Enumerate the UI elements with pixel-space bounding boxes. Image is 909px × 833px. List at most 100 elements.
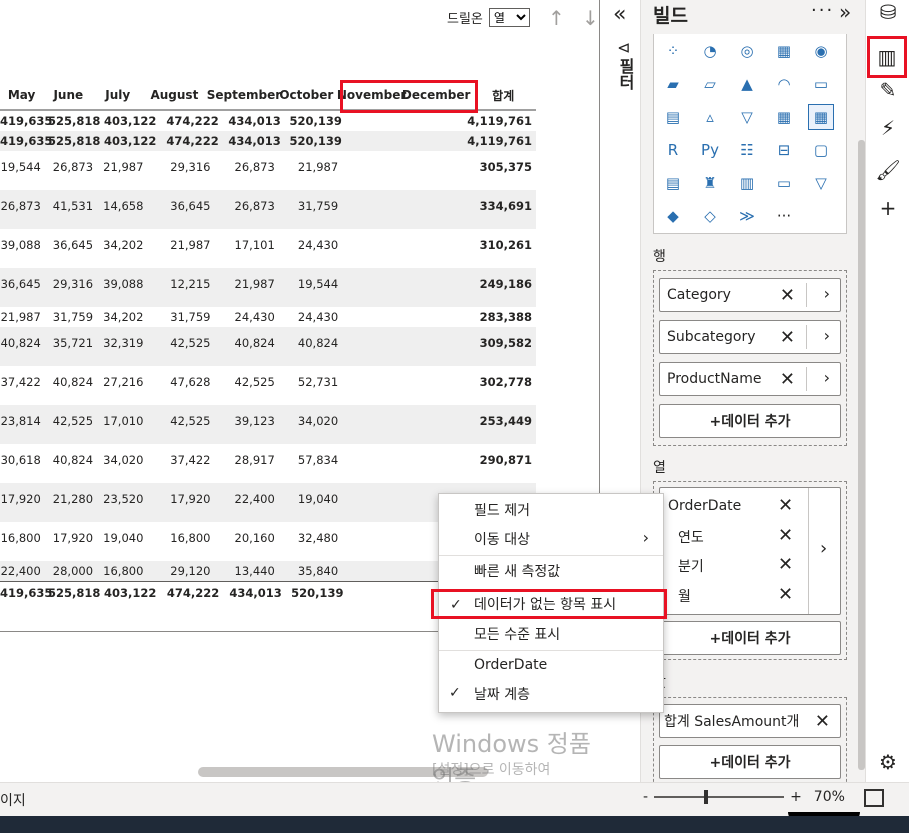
python-visual-icon[interactable]: Py bbox=[697, 137, 723, 163]
table-icon[interactable]: ▦ bbox=[771, 104, 797, 130]
build-pane-scrollbar[interactable] bbox=[858, 140, 865, 770]
drill-on-label: 드릴온 bbox=[447, 12, 483, 27]
rows-field-subcategory[interactable]: Subcategory ✕ › bbox=[659, 320, 841, 354]
power-apps-icon[interactable]: ◇ bbox=[697, 203, 723, 229]
more-visuals-icon[interactable]: ··· bbox=[771, 203, 797, 229]
table-cell: 36,645 bbox=[52, 238, 94, 252]
table-cell: 35,840 bbox=[297, 564, 339, 578]
new-card-icon[interactable]: ▭ bbox=[771, 170, 797, 196]
rows-add-data-button[interactable]: +데이터 추가 bbox=[659, 404, 841, 438]
format-painter-icon[interactable]: 🖌 bbox=[875, 158, 900, 182]
menu-date-hierarchy[interactable]: ✓ 날짜 계층 bbox=[439, 680, 663, 708]
column-header[interactable]: October bbox=[276, 88, 337, 102]
new-slicer-icon[interactable]: ▽ bbox=[808, 170, 834, 196]
menu-orderdate[interactable]: OrderDate bbox=[439, 651, 663, 679]
table-cell: 40,824 bbox=[52, 453, 94, 467]
menu-remove-field[interactable]: 필드 제거 bbox=[439, 496, 663, 524]
goals-icon[interactable]: ♜ bbox=[697, 170, 723, 196]
donut-chart-icon[interactable]: ◎ bbox=[734, 38, 760, 64]
remove-field-icon[interactable]: ✕ bbox=[778, 554, 793, 575]
pie-chart-icon[interactable]: ◔ bbox=[697, 38, 723, 64]
smart-narrative-icon[interactable]: ▤ bbox=[660, 170, 686, 196]
table-cell: 40,824 bbox=[0, 336, 41, 350]
map-icon[interactable]: ◉ bbox=[808, 38, 834, 64]
drill-up-icon[interactable]: ↑ bbox=[548, 6, 565, 30]
data-cylinder-icon[interactable]: ⛁ bbox=[876, 0, 900, 24]
filters-label: 필터 bbox=[616, 58, 635, 90]
shape-map-icon[interactable]: ▱ bbox=[697, 71, 723, 97]
remove-field-icon[interactable]: ✕ bbox=[780, 369, 795, 390]
menu-new-quick-measure[interactable]: 빠른 새 측정값 bbox=[439, 557, 663, 585]
column-header[interactable]: 합계 bbox=[470, 87, 536, 104]
column-header[interactable]: December bbox=[402, 88, 471, 102]
azure-map-icon[interactable]: ▲ bbox=[734, 71, 760, 97]
qa-icon[interactable]: ▢ bbox=[808, 137, 834, 163]
remove-field-icon[interactable]: ✕ bbox=[778, 495, 793, 516]
matrix-icon[interactable]: ▦ bbox=[808, 104, 834, 130]
table-cell: 283,388 bbox=[479, 310, 532, 324]
menu-divider bbox=[439, 555, 663, 556]
multi-row-card-icon[interactable]: ▤ bbox=[660, 104, 686, 130]
column-header[interactable]: November bbox=[337, 88, 406, 102]
zoom-slider[interactable] bbox=[654, 790, 785, 804]
double-chevron-left-icon[interactable]: « bbox=[613, 2, 626, 27]
chevron-right-icon: › bbox=[642, 528, 649, 547]
columns-well[interactable]: OrderDate ✕ 연도 ✕ 분기 ✕ 월 ✕ › +데이터 추가 bbox=[653, 481, 847, 660]
arcgis-map-icon[interactable]: ◆ bbox=[660, 203, 686, 229]
slicer-icon[interactable]: ▽ bbox=[734, 104, 760, 130]
card-icon[interactable]: ▭ bbox=[808, 71, 834, 97]
menu-move-to[interactable]: 이동 대상 › bbox=[439, 525, 663, 553]
format-visual-icon[interactable]: ✎ bbox=[876, 78, 900, 102]
chevron-right-icon[interactable]: › bbox=[824, 284, 830, 303]
drill-on-select[interactable]: 열 bbox=[488, 8, 530, 27]
zoom-out-button[interactable]: - bbox=[643, 789, 648, 805]
filled-map-icon[interactable]: ▰ bbox=[660, 71, 686, 97]
table-cell: 39,123 bbox=[234, 414, 275, 428]
key-influencers-icon[interactable]: ☷ bbox=[734, 137, 760, 163]
chevron-right-icon[interactable]: › bbox=[824, 326, 830, 345]
gear-icon[interactable]: ⚙ bbox=[876, 750, 900, 774]
treemap-icon[interactable]: ▦ bbox=[771, 38, 797, 64]
double-chevron-right-icon[interactable]: » bbox=[839, 0, 851, 24]
kpi-icon[interactable]: ▵ bbox=[697, 104, 723, 130]
drill-down-icon[interactable]: ↓ bbox=[582, 6, 599, 30]
remove-field-icon[interactable]: ✕ bbox=[778, 584, 793, 605]
table-cell: 4,119,761 bbox=[467, 134, 532, 148]
gauge-icon[interactable]: ◠ bbox=[771, 71, 797, 97]
column-header[interactable]: August bbox=[142, 88, 207, 102]
columns-field-orderdate[interactable]: OrderDate ✕ 연도 ✕ 분기 ✕ 월 ✕ › bbox=[659, 487, 841, 615]
table-cell: 525,818 bbox=[48, 585, 101, 600]
remove-field-icon[interactable]: ✕ bbox=[778, 525, 793, 546]
column-header[interactable]: June bbox=[43, 88, 93, 102]
fit-to-page-icon[interactable] bbox=[864, 789, 884, 807]
chevron-right-icon[interactable]: › bbox=[824, 368, 830, 387]
chevron-right-icon[interactable]: › bbox=[820, 538, 827, 559]
rows-well[interactable]: Category ✕ › Subcategory ✕ › ProductName… bbox=[653, 270, 847, 446]
remove-field-icon[interactable]: ✕ bbox=[780, 285, 795, 306]
power-automate-icon[interactable]: ≫ bbox=[734, 203, 760, 229]
paginated-report-icon[interactable]: ▥ bbox=[734, 170, 760, 196]
column-header[interactable]: July bbox=[93, 88, 142, 102]
r-visual-icon[interactable]: R bbox=[660, 137, 686, 163]
zoom-in-button[interactable]: + bbox=[790, 789, 802, 805]
rows-field-productname[interactable]: ProductName ✕ › bbox=[659, 362, 841, 396]
rows-field-category[interactable]: Category ✕ › bbox=[659, 278, 841, 312]
build-visual-icon[interactable]: ▥ bbox=[867, 36, 907, 78]
table-cell: 302,778 bbox=[479, 375, 532, 389]
menu-show-items-with-no-data[interactable]: ✓ 데이터가 없는 항목 표시 bbox=[431, 589, 667, 619]
more-options-icon[interactable]: ··· bbox=[811, 0, 834, 21]
analytics-icon[interactable]: ⚡ bbox=[876, 116, 900, 140]
decomposition-tree-icon[interactable]: ⊟ bbox=[771, 137, 797, 163]
column-header[interactable]: May bbox=[0, 88, 43, 102]
plus-icon[interactable]: + bbox=[876, 196, 900, 220]
remove-field-icon[interactable]: ✕ bbox=[780, 327, 795, 348]
values-field-salesamount[interactable]: 합계 SalesAmount개 ✕ bbox=[659, 704, 841, 738]
values-add-data-button[interactable]: +데이터 추가 bbox=[659, 745, 841, 779]
values-well[interactable]: 합계 SalesAmount개 ✕ +데이터 추가 bbox=[653, 697, 847, 782]
column-header[interactable]: September bbox=[207, 88, 281, 102]
scatter-chart-icon[interactable]: ⁘ bbox=[660, 38, 686, 64]
menu-show-all-levels[interactable]: 모든 수준 표시 bbox=[439, 620, 663, 648]
zoom-slider-thumb[interactable] bbox=[704, 790, 709, 804]
columns-add-data-button[interactable]: +데이터 추가 bbox=[659, 621, 841, 655]
remove-field-icon[interactable]: ✕ bbox=[815, 711, 830, 732]
